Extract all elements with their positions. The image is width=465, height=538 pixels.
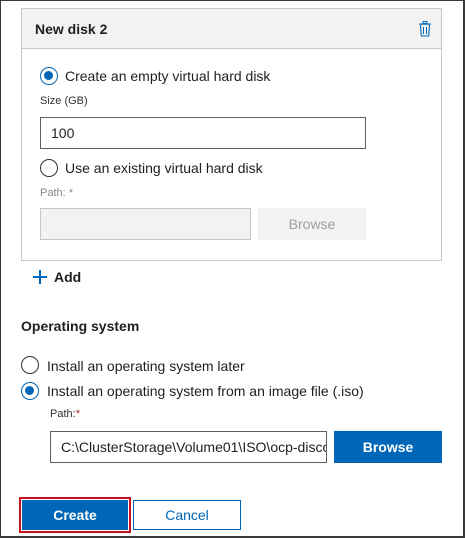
iso-path-label: Path:* <box>50 408 80 420</box>
install-later-label: Install an operating system later <box>47 358 245 374</box>
install-iso-radio[interactable] <box>21 382 39 400</box>
disk-path-label: Path: * <box>40 187 73 199</box>
disk-card: New disk 2 Create an empty virtual hard … <box>21 8 442 261</box>
size-input[interactable]: 100 <box>40 117 366 149</box>
iso-path-label-text: Path: <box>50 408 76 420</box>
create-empty-disk-label: Create an empty virtual hard disk <box>65 68 271 84</box>
iso-path-input[interactable]: C:\ClusterStorage\Volume01\ISO\ocp-disco… <box>50 431 327 463</box>
disk-browse-button: Browse <box>258 208 366 240</box>
disk-path-input <box>40 208 251 240</box>
plus-icon <box>33 270 47 284</box>
use-existing-disk-radio[interactable] <box>40 159 58 177</box>
trash-icon[interactable] <box>418 21 432 37</box>
create-empty-disk-radio[interactable] <box>40 67 58 85</box>
size-label: Size (GB) <box>40 95 88 107</box>
install-iso-label: Install an operating system from an imag… <box>47 383 364 399</box>
cancel-button[interactable]: Cancel <box>133 500 241 530</box>
iso-browse-button[interactable]: Browse <box>334 431 442 463</box>
disk-path-label-text: Path: <box>40 187 66 199</box>
install-later-radio[interactable] <box>21 356 39 374</box>
disk-title: New disk 2 <box>35 21 108 37</box>
os-section-title: Operating system <box>21 318 140 334</box>
use-existing-disk-label: Use an existing virtual hard disk <box>65 160 263 176</box>
disk-card-header: New disk 2 <box>22 9 441 49</box>
create-button[interactable]: Create <box>22 500 128 530</box>
add-label: Add <box>54 269 82 285</box>
required-marker: * <box>68 187 74 199</box>
required-marker: * <box>75 408 80 420</box>
